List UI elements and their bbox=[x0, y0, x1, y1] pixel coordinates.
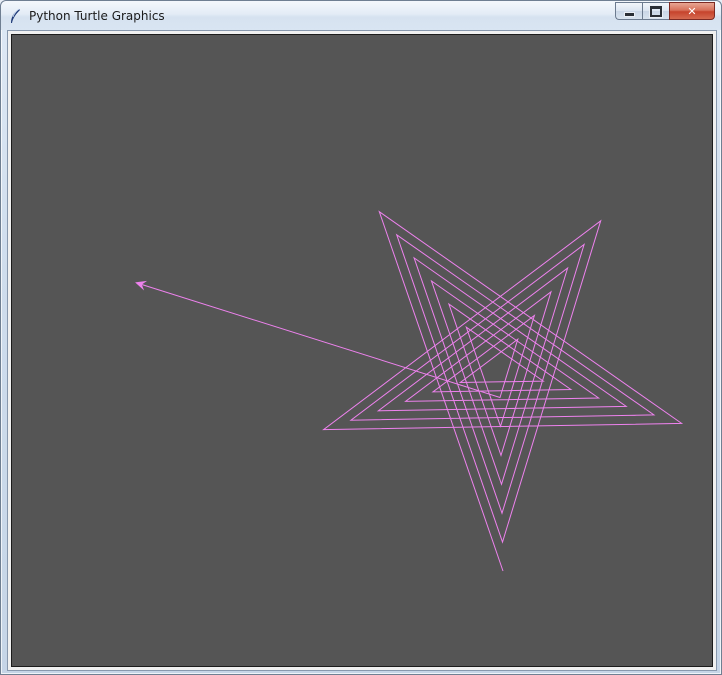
caption-buttons: ✕ bbox=[615, 2, 715, 21]
client-area bbox=[7, 30, 717, 671]
feather-icon bbox=[8, 8, 22, 24]
minimize-icon bbox=[623, 11, 635, 17]
close-icon: ✕ bbox=[687, 4, 697, 18]
maximize-button[interactable] bbox=[642, 2, 669, 20]
turtle-canvas-frame bbox=[11, 34, 713, 667]
title-bar[interactable]: Python Turtle Graphics ✕ bbox=[1, 1, 721, 30]
turtle-canvas[interactable] bbox=[12, 35, 712, 666]
maximize-icon bbox=[650, 5, 662, 17]
window-title: Python Turtle Graphics bbox=[29, 9, 165, 23]
minimize-button[interactable] bbox=[615, 2, 642, 20]
turtle-window: Python Turtle Graphics ✕ bbox=[0, 0, 722, 675]
canvas-background bbox=[12, 35, 712, 666]
close-button[interactable]: ✕ bbox=[669, 2, 715, 20]
